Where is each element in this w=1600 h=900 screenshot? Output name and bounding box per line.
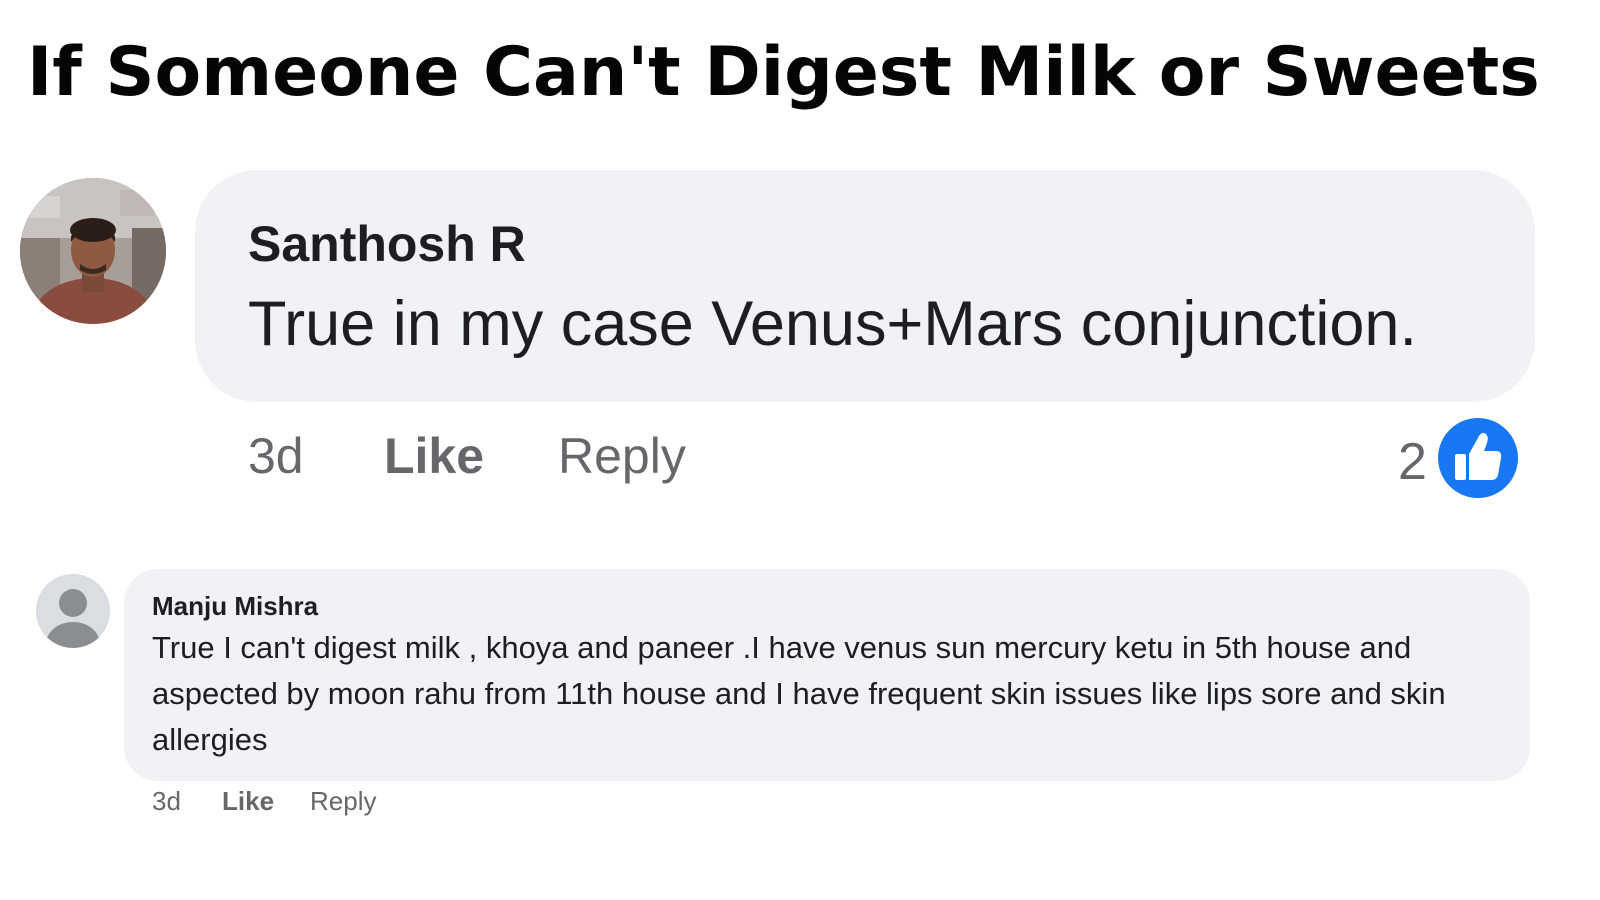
profile-photo: [20, 178, 166, 324]
reply-button[interactable]: Reply: [310, 784, 376, 818]
thumbs-up-icon: [1438, 418, 1518, 498]
comment-text: True I can't digest milk , khoya and pan…: [152, 630, 1446, 757]
like-button[interactable]: Like: [384, 424, 484, 488]
comment-timestamp[interactable]: 3d: [248, 424, 304, 488]
reply-button[interactable]: Reply: [558, 424, 686, 488]
reaction-count: 2: [1398, 433, 1427, 491]
default-avatar-icon: [36, 574, 110, 648]
comment-timestamp[interactable]: 3d: [152, 784, 181, 818]
comment-author[interactable]: Manju Mishra: [152, 589, 318, 623]
page: If Someone Can't Digest Milk or Sweets S…: [0, 0, 1600, 900]
avatar[interactable]: [36, 574, 110, 648]
like-button[interactable]: Like: [222, 784, 274, 818]
comment-author[interactable]: Santhosh R: [248, 212, 526, 276]
comment-text: True in my case Venus+Mars conjunction.: [248, 289, 1417, 359]
headline: If Someone Can't Digest Milk or Sweets: [27, 33, 1540, 112]
avatar[interactable]: [20, 178, 166, 324]
